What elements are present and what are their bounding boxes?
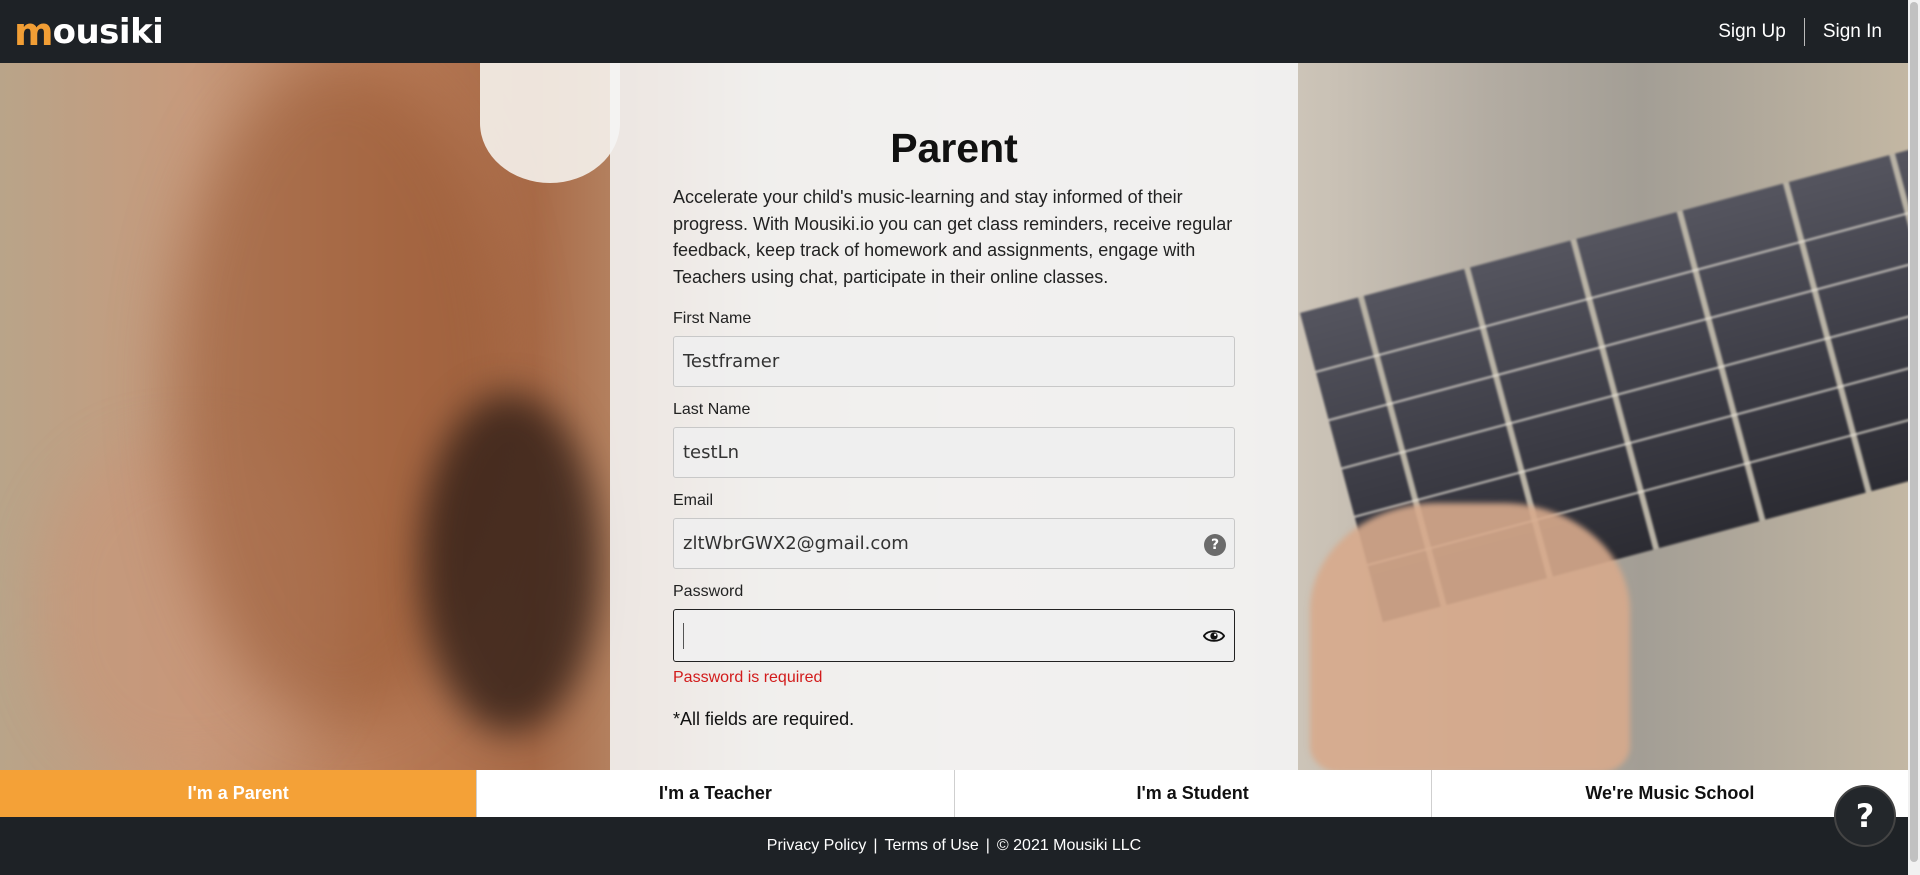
- last-name-field: Last Name testLn: [673, 401, 1235, 478]
- help-button[interactable]: ?: [1834, 785, 1896, 847]
- tab-teacher[interactable]: I'm a Teacher: [477, 770, 955, 817]
- last-name-input[interactable]: testLn: [673, 427, 1235, 478]
- email-label: Email: [673, 492, 714, 509]
- question-circle-icon[interactable]: ?: [1204, 534, 1226, 556]
- scrollbar-thumb[interactable]: [1910, 2, 1918, 862]
- first-name-input[interactable]: Testframer: [673, 336, 1235, 387]
- eye-icon[interactable]: [1203, 626, 1225, 646]
- first-name-field: First Name Testframer: [673, 310, 1235, 387]
- email-value: zltWbrGWX2@gmail.com: [683, 533, 909, 554]
- sign-up-link[interactable]: Sign Up: [1718, 21, 1786, 43]
- password-input[interactable]: [673, 609, 1235, 662]
- nav-divider: [1803, 17, 1805, 46]
- privacy-policy-link[interactable]: Privacy Policy: [767, 837, 867, 855]
- page-footer: Privacy Policy | Terms of Use | © 2021 M…: [0, 817, 1908, 875]
- page-scrollbar[interactable]: [1908, 0, 1920, 875]
- last-name-label: Last Name: [673, 401, 751, 418]
- last-name-value: testLn: [683, 442, 740, 463]
- footer-separator: |: [873, 837, 878, 854]
- first-name-label: First Name: [673, 310, 752, 327]
- tab-student[interactable]: I'm a Student: [954, 770, 1432, 817]
- password-error-message: Password is required: [673, 669, 823, 686]
- intro-text: Accelerate your child's music-learning a…: [673, 187, 1233, 287]
- logo-m-letter: m: [14, 9, 54, 54]
- footer-separator: |: [985, 837, 990, 854]
- tab-parent[interactable]: I'm a Parent: [0, 770, 478, 817]
- email-field: Email zltWbrGWX2@gmail.com ?: [673, 492, 1235, 569]
- top-header: m ousiki Sign Up Sign In: [0, 0, 1908, 63]
- copyright-text: © 2021 Mousiki LLC: [996, 837, 1142, 854]
- password-field: Password Password is required: [673, 583, 1235, 687]
- bg-hand-right: [1310, 503, 1630, 770]
- bg-sound-hole: [420, 393, 600, 733]
- email-input[interactable]: zltWbrGWX2@gmail.com ?: [673, 518, 1235, 569]
- auth-nav: Sign Up Sign In: [1718, 17, 1882, 46]
- page-title: Parent: [890, 125, 1018, 171]
- text-caret: [683, 622, 684, 649]
- bg-light-patch: [480, 63, 620, 183]
- password-label: Password: [673, 583, 744, 600]
- signup-form-card: Parent Accelerate your child's music-lea…: [610, 63, 1298, 770]
- logo-wordmark: ousiki: [52, 11, 164, 52]
- sign-in-link[interactable]: Sign In: [1823, 21, 1882, 43]
- first-name-value: Testframer: [683, 351, 780, 372]
- required-fields-note: *All fields are required.: [673, 709, 855, 729]
- terms-of-use-link[interactable]: Terms of Use: [885, 837, 979, 855]
- role-tabs: I'm a Parent I'm a Teacher I'm a Student…: [0, 770, 1908, 817]
- mousiki-logo[interactable]: m ousiki: [14, 9, 164, 54]
